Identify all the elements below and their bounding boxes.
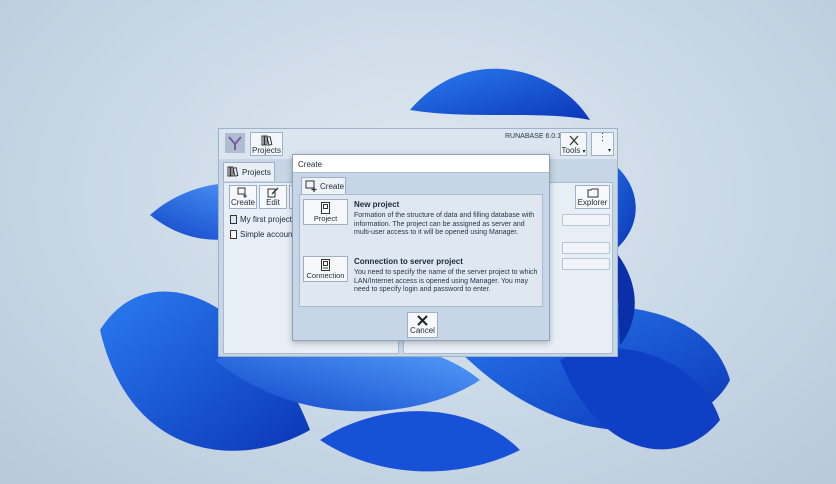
dialog-options-panel: Project New project Formation of the str… xyxy=(299,194,543,307)
new-project-title: New project xyxy=(354,200,400,209)
list-item[interactable]: My first project xyxy=(230,215,292,227)
list-item[interactable]: Simple accounti xyxy=(230,230,296,242)
edit-icon xyxy=(267,187,279,198)
app-logo-icon xyxy=(225,133,245,153)
tab-projects[interactable]: Projects xyxy=(223,162,275,181)
create-dialog: Create Create Project New project Format… xyxy=(292,154,550,341)
tools-icon xyxy=(569,135,578,146)
connection-title: Connection to server project xyxy=(354,257,463,266)
tab-projects-label: Projects xyxy=(242,168,271,177)
project-name: My first project xyxy=(240,215,293,224)
more-menu-button[interactable]: ⋮ ▾ xyxy=(591,132,614,156)
new-project-description: Formation of the structure of data and f… xyxy=(354,212,535,237)
add-window-icon xyxy=(237,187,247,198)
create-project-button[interactable]: Create xyxy=(229,185,257,209)
tools-label: Tools xyxy=(561,146,581,155)
app-version: RUNABASE 6.0.16 xyxy=(505,133,565,140)
books-icon xyxy=(261,135,272,146)
explorer-button[interactable]: Explorer xyxy=(575,185,610,209)
more-vertical-icon: ⋮ xyxy=(597,132,608,143)
projects-toolbar-button[interactable]: Projects xyxy=(250,132,283,156)
explorer-label: Explorer xyxy=(577,198,608,207)
tab-create-label: Create xyxy=(320,182,345,191)
folder-icon xyxy=(587,188,598,198)
edit-project-button[interactable]: Edit xyxy=(259,185,287,209)
edit-label: Edit xyxy=(266,198,280,207)
close-icon xyxy=(417,315,428,326)
cancel-button[interactable]: Cancel xyxy=(407,312,438,338)
create-label: Create xyxy=(230,198,255,207)
connection-button[interactable]: Connection xyxy=(303,256,348,282)
new-project-button[interactable]: Project xyxy=(303,199,348,225)
detail-field[interactable] xyxy=(562,258,610,270)
books-icon xyxy=(227,166,239,177)
new-project-button-label: Project xyxy=(313,214,338,223)
project-name: Simple accounti xyxy=(240,230,297,239)
cancel-label: Cancel xyxy=(410,326,435,335)
bloom-petal xyxy=(320,411,520,472)
connection-description: You need to specify the name of the serv… xyxy=(354,269,538,294)
document-icon xyxy=(230,230,237,240)
add-window-icon xyxy=(305,180,317,192)
document-icon xyxy=(321,202,330,214)
dialog-title: Create xyxy=(293,155,549,173)
more-dropdown-arrow-icon: ▾ xyxy=(607,148,611,154)
tab-create[interactable]: Create xyxy=(301,177,346,194)
bloom-petal xyxy=(410,68,590,120)
tools-dropdown-arrow-icon: ▾ xyxy=(582,149,586,155)
document-icon xyxy=(230,215,237,225)
projects-toolbar-label: Projects xyxy=(252,146,281,155)
connection-button-label: Connection xyxy=(306,271,345,280)
server-document-icon xyxy=(321,259,330,271)
tools-button[interactable]: Tools ▾ xyxy=(560,132,587,156)
detail-field[interactable] xyxy=(562,242,610,254)
detail-field[interactable] xyxy=(562,214,610,226)
